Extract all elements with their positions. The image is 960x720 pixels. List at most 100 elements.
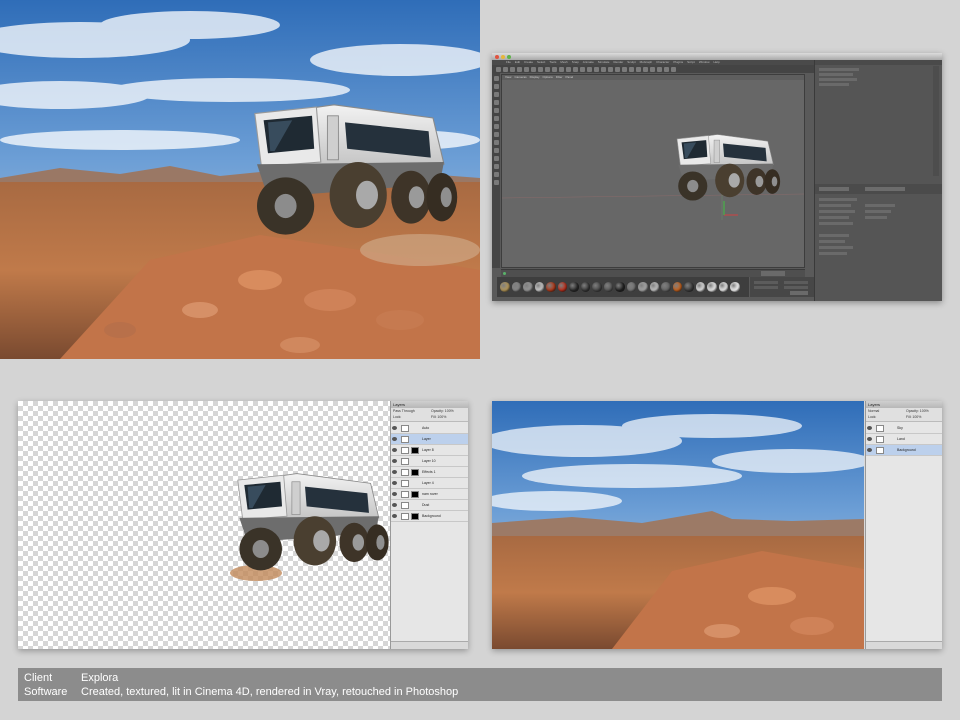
axis-gizmo-icon[interactable] — [723, 201, 738, 216]
c4d-mode-icon[interactable] — [493, 132, 499, 137]
layer-mask-thumbnail — [411, 468, 419, 476]
c4d-tool-icon[interactable] — [538, 66, 543, 72]
c4d-tool-icon[interactable] — [573, 66, 578, 72]
layer-row[interactable]: Layer 4 — [391, 478, 468, 489]
layer-row[interactable]: Layer 8 — [391, 445, 468, 456]
c4d-mode-icon[interactable] — [493, 84, 499, 89]
material-swatch[interactable] — [718, 282, 728, 292]
layer-row[interactable]: Background — [391, 511, 468, 522]
c4d-tool-icon[interactable] — [671, 66, 676, 72]
c4d-tool-icon[interactable] — [650, 66, 655, 72]
eye-icon[interactable] — [867, 426, 872, 430]
material-swatch[interactable] — [695, 282, 705, 292]
c4d-tool-icon[interactable] — [510, 66, 515, 72]
material-swatch[interactable] — [672, 282, 682, 292]
c4d-timeline[interactable] — [501, 269, 805, 277]
object-row[interactable] — [819, 83, 849, 86]
eye-icon[interactable] — [867, 448, 872, 452]
layer-row[interactable]: Effects 1 — [391, 467, 468, 478]
c4d-tool-icon[interactable] — [615, 66, 620, 72]
eye-icon[interactable] — [867, 437, 872, 441]
material-swatch[interactable] — [661, 282, 671, 292]
c4d-mode-icon[interactable] — [493, 180, 499, 185]
c4d-mode-icon[interactable] — [493, 108, 499, 113]
object-row[interactable] — [819, 78, 857, 81]
material-swatch[interactable] — [707, 282, 717, 292]
object-row[interactable] — [819, 73, 853, 76]
c4d-tool-icon[interactable] — [566, 66, 571, 72]
c4d-tool-icon[interactable] — [594, 66, 599, 72]
c4d-mode-icon[interactable] — [493, 76, 499, 81]
c4d-tool-icon[interactable] — [657, 66, 662, 72]
c4d-tool-icon[interactable] — [587, 66, 592, 72]
c4d-tool-icon[interactable] — [664, 66, 669, 72]
c4d-tool-icon[interactable] — [629, 66, 634, 72]
layer-row[interactable]: Background — [866, 445, 942, 456]
c4d-tool-icon[interactable] — [622, 66, 627, 72]
layer-row[interactable]: Land — [866, 434, 942, 445]
c4d-mode-icon[interactable] — [493, 124, 499, 129]
layer-row[interactable]: Layer — [391, 434, 468, 445]
c4d-mode-icon[interactable] — [493, 172, 499, 177]
material-swatch[interactable] — [615, 282, 625, 292]
c4d-mode-icon[interactable] — [493, 100, 499, 105]
c4d-tool-icon[interactable] — [552, 66, 557, 72]
eye-icon[interactable] — [392, 503, 397, 507]
c4d-tool-icon[interactable] — [524, 66, 529, 72]
material-swatch[interactable] — [534, 282, 544, 292]
c4d-tool-icon[interactable] — [496, 66, 501, 72]
c4d-mode-icon[interactable] — [493, 116, 499, 121]
c4d-mode-icon[interactable] — [493, 164, 499, 169]
layer-row[interactable]: Auto — [391, 423, 468, 434]
c4d-tool-icon[interactable] — [608, 66, 613, 72]
eye-icon[interactable] — [392, 481, 397, 485]
material-swatch[interactable] — [523, 282, 533, 292]
layer-row[interactable]: Sky — [866, 423, 942, 434]
c4d-viewport[interactable]: View Cameras Display Options Filter Panel — [501, 74, 805, 268]
c4d-tool-icon[interactable] — [601, 66, 606, 72]
material-swatch[interactable] — [603, 282, 613, 292]
eye-icon[interactable] — [392, 426, 397, 430]
c4d-tool-icon[interactable] — [643, 66, 648, 72]
eye-icon[interactable] — [392, 470, 397, 474]
eye-icon[interactable] — [392, 514, 397, 518]
c4d-mode-icon[interactable] — [493, 148, 499, 153]
material-swatch[interactable] — [626, 282, 636, 292]
transparent-canvas[interactable] — [18, 401, 390, 649]
material-swatch[interactable] — [638, 282, 648, 292]
c4d-mode-icon[interactable] — [493, 140, 499, 145]
c4d-tool-icon[interactable] — [517, 66, 522, 72]
material-swatch[interactable] — [569, 282, 579, 292]
material-swatch[interactable] — [684, 282, 694, 292]
material-swatch[interactable] — [546, 282, 556, 292]
client-label: Client — [24, 672, 53, 684]
object-row[interactable] — [819, 68, 859, 71]
material-swatch[interactable] — [730, 282, 740, 292]
material-swatch[interactable] — [580, 282, 590, 292]
c4d-tool-icon[interactable] — [559, 66, 564, 72]
minimize-button[interactable] — [501, 54, 505, 59]
material-swatch[interactable] — [592, 282, 602, 292]
eye-icon[interactable] — [392, 448, 397, 452]
eye-icon[interactable] — [392, 492, 397, 496]
material-swatch[interactable] — [649, 282, 659, 292]
eye-icon[interactable] — [392, 459, 397, 463]
c4d-tool-icon[interactable] — [636, 66, 641, 72]
material-swatch[interactable] — [557, 282, 567, 292]
c4d-mode-icon[interactable] — [493, 92, 499, 97]
layer-row[interactable]: Dust — [391, 500, 468, 511]
c4d-tool-icon[interactable] — [503, 66, 508, 72]
eye-icon[interactable] — [392, 437, 397, 441]
layer-row[interactable]: Layer 10 — [391, 456, 468, 467]
material-swatch[interactable] — [500, 282, 510, 292]
c4d-tool-icon[interactable] — [531, 66, 536, 72]
layer-thumbnail — [401, 490, 409, 498]
zoom-button[interactable] — [507, 54, 511, 59]
layer-row[interactable]: nam rover — [391, 489, 468, 500]
c4d-tool-icon[interactable] — [545, 66, 550, 72]
material-swatch[interactable] — [511, 282, 521, 292]
close-button[interactable] — [495, 54, 499, 59]
c4d-tool-icon[interactable] — [580, 66, 585, 72]
background-canvas[interactable] — [492, 401, 864, 649]
c4d-mode-icon[interactable] — [493, 156, 499, 161]
